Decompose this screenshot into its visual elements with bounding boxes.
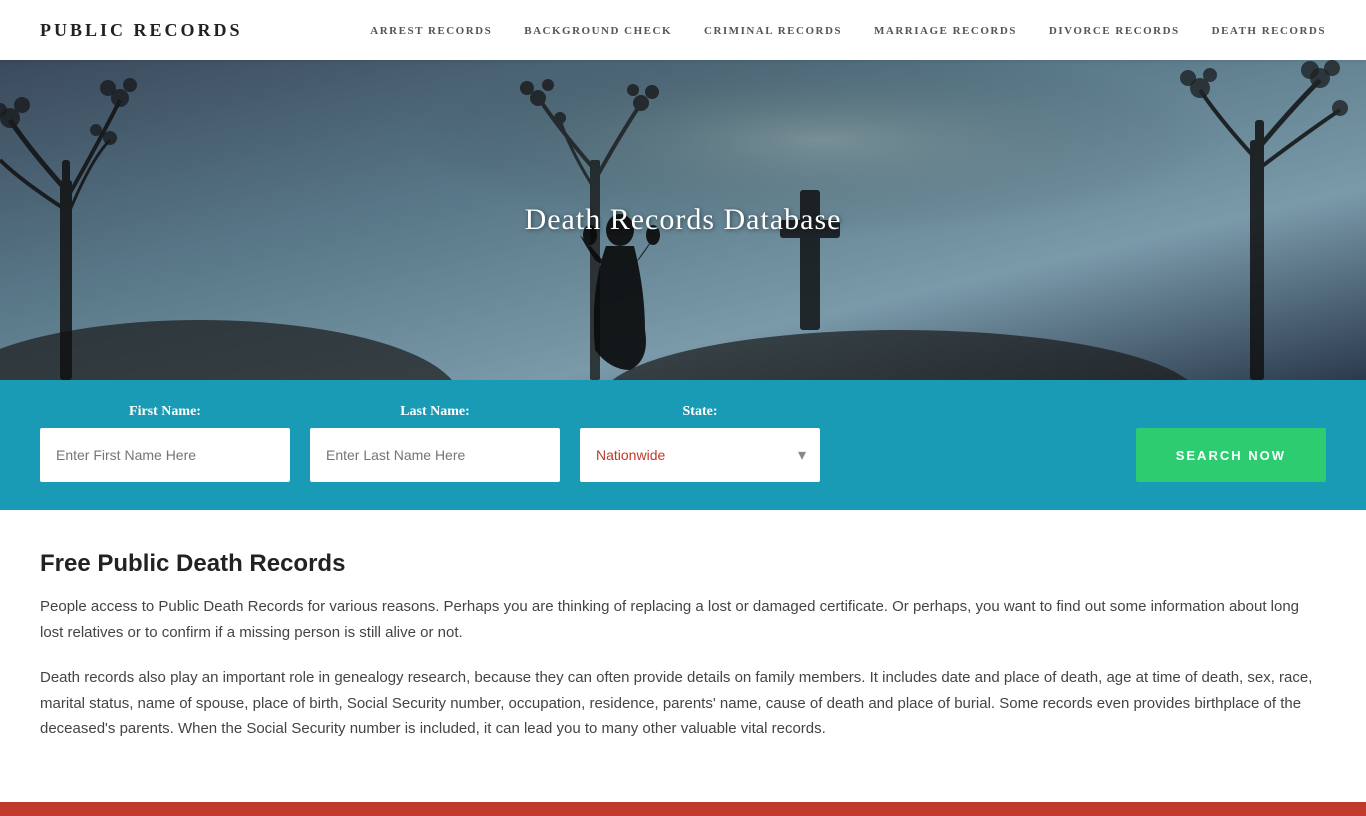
nav-link-death-records[interactable]: DEATH RECORDS bbox=[1212, 25, 1326, 37]
nav-link-marriage-records[interactable]: MARRIAGE RECORDS bbox=[874, 25, 1017, 37]
nav-links: ARREST RECORDS BACKGROUND CHECK CRIMINAL R… bbox=[370, 21, 1326, 39]
content-paragraph-1: People access to Public Death Records fo… bbox=[40, 594, 1326, 645]
hero-title: Death Records Database bbox=[525, 203, 842, 237]
hero-section: Death Records Database bbox=[0, 60, 1366, 380]
first-name-field: First Name: bbox=[40, 404, 290, 482]
state-field: State: NationwideAlabamaAlaskaArizonaArk… bbox=[580, 404, 820, 482]
nav-item-divorce-records[interactable]: DIVORCE RECORDS bbox=[1049, 21, 1180, 39]
state-label: State: bbox=[580, 404, 820, 420]
content-section: Free Public Death Records People access … bbox=[0, 510, 1366, 792]
last-name-field: Last Name: bbox=[310, 404, 560, 482]
nav-item-death-records[interactable]: DEATH RECORDS bbox=[1212, 21, 1326, 39]
state-select[interactable]: NationwideAlabamaAlaskaArizonaArkansasCa… bbox=[580, 428, 820, 482]
content-title: Free Public Death Records bbox=[40, 550, 1326, 578]
nav-item-marriage-records[interactable]: MARRIAGE RECORDS bbox=[874, 21, 1017, 39]
nav-link-arrest-records[interactable]: ARREST RECORDS bbox=[370, 25, 492, 37]
nav-link-background-check[interactable]: BACKGROUND CHECK bbox=[524, 25, 672, 37]
first-name-input[interactable] bbox=[40, 428, 290, 482]
nav-link-criminal-records[interactable]: CRIMINAL RECORDS bbox=[704, 25, 842, 37]
last-name-label: Last Name: bbox=[310, 404, 560, 420]
search-button[interactable]: SEARCH NOW bbox=[1136, 428, 1326, 482]
search-section: First Name: Last Name: State: Nationwide… bbox=[0, 380, 1366, 510]
last-name-input[interactable] bbox=[310, 428, 560, 482]
site-logo[interactable]: PUBLIC RECORDS bbox=[40, 20, 243, 41]
state-select-wrapper: NationwideAlabamaAlaskaArizonaArkansasCa… bbox=[580, 428, 820, 482]
nav-item-background-check[interactable]: BACKGROUND CHECK bbox=[524, 21, 672, 39]
nav-item-arrest-records[interactable]: ARREST RECORDS bbox=[370, 21, 492, 39]
nav-link-divorce-records[interactable]: DIVORCE RECORDS bbox=[1049, 25, 1180, 37]
navbar: PUBLIC RECORDS ARREST RECORDS BACKGROUND … bbox=[0, 0, 1366, 60]
content-paragraph-2: Death records also play an important rol… bbox=[40, 665, 1326, 742]
nav-item-criminal-records[interactable]: CRIMINAL RECORDS bbox=[704, 21, 842, 39]
first-name-label: First Name: bbox=[40, 404, 290, 420]
bottom-banner bbox=[0, 802, 1366, 816]
